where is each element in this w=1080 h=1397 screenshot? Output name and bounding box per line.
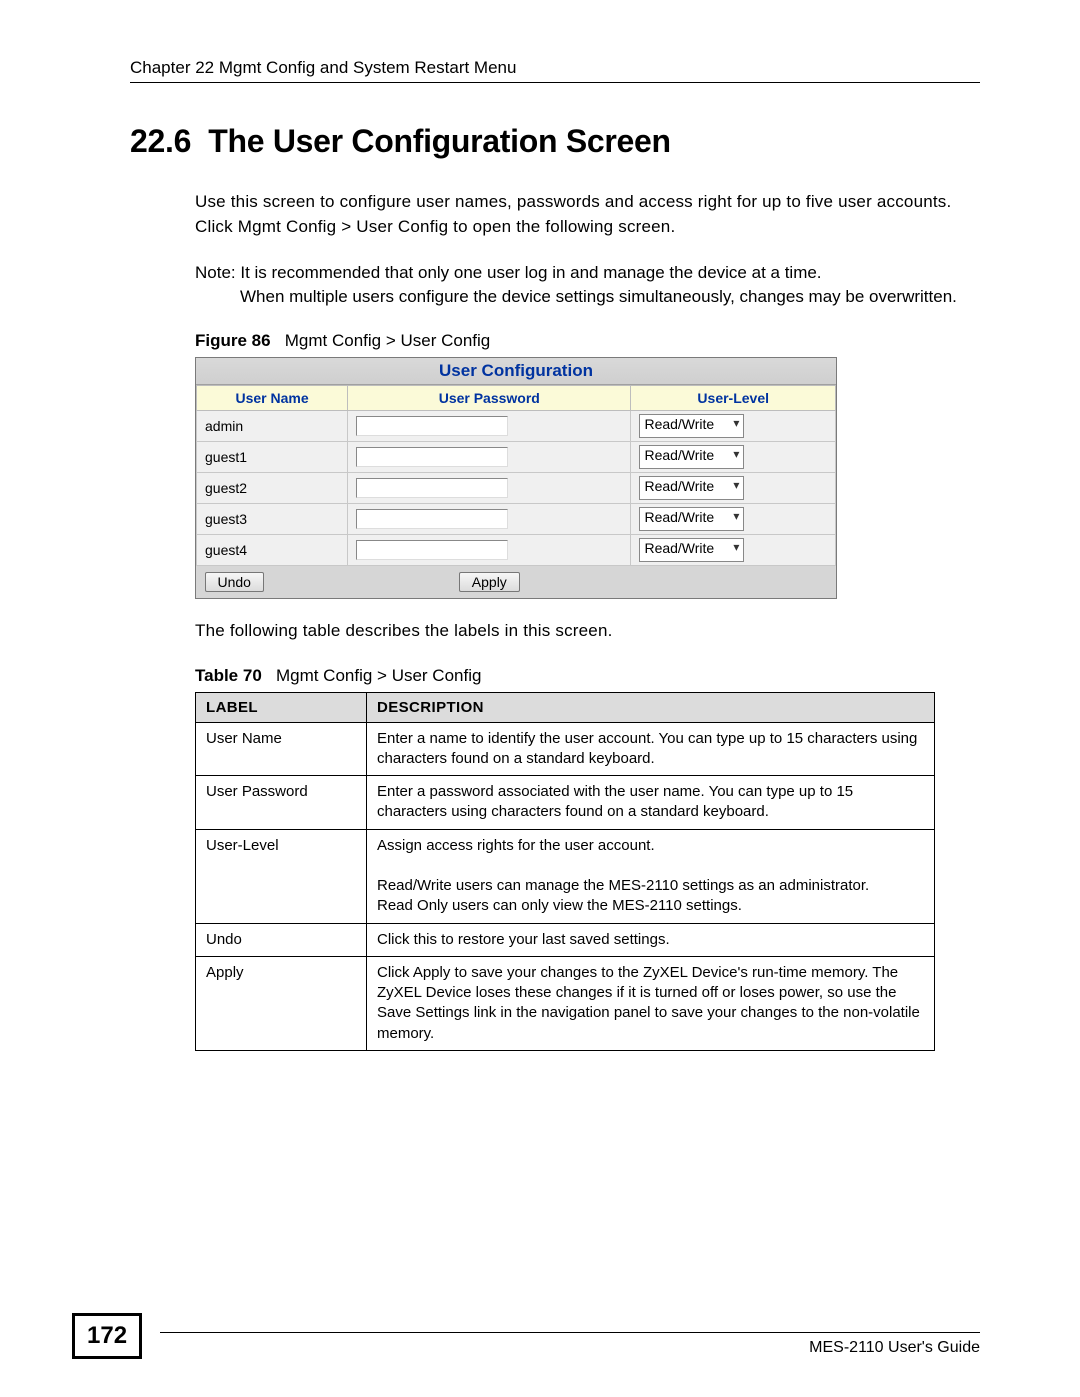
table-row: admin Read/Write [197, 410, 836, 441]
label-cell: User-Level [196, 829, 367, 923]
label-cell: Apply [196, 956, 367, 1050]
user-name-cell: admin [197, 410, 348, 441]
table-row: User Password Enter a password associate… [196, 776, 935, 830]
table-row: guest2 Read/Write [197, 472, 836, 503]
section-title-text: The User Configuration Screen [208, 123, 671, 159]
col-user-level: User-Level [631, 385, 836, 410]
desc-cell: Click Apply to save your changes to the … [367, 956, 935, 1050]
col-user-name: User Name [197, 385, 348, 410]
table-caption-text: Mgmt Config > User Config [276, 666, 482, 685]
password-input[interactable] [356, 509, 508, 529]
figure-label: Figure 86 [195, 331, 271, 350]
section-title: 22.6 The User Configuration Screen [130, 123, 980, 160]
label-cell: User Password [196, 776, 367, 830]
undo-button[interactable]: Undo [205, 572, 264, 592]
footer-guide: MES-2110 User's Guide [160, 1332, 980, 1357]
post-figure-text: The following table describes the labels… [195, 619, 980, 644]
figure-caption-text: Mgmt Config > User Config [285, 331, 491, 350]
label-description-table: LABEL DESCRIPTION User Name Enter a name… [195, 692, 935, 1051]
user-name-cell: guest1 [197, 441, 348, 472]
th-description: DESCRIPTION [367, 692, 935, 722]
table-row: User Name Enter a name to identify the u… [196, 722, 935, 776]
password-input[interactable] [356, 447, 508, 467]
user-level-select[interactable]: Read/Write [639, 445, 744, 469]
password-input[interactable] [356, 540, 508, 560]
user-level-select[interactable]: Read/Write [639, 476, 744, 500]
password-input[interactable] [356, 416, 508, 436]
user-name-cell: guest2 [197, 472, 348, 503]
page-number: 172 [72, 1313, 142, 1359]
intro-paragraph: Use this screen to configure user names,… [195, 190, 980, 239]
user-config-figure: User Configuration User Name User Passwo… [195, 357, 837, 599]
table-row: User-Level Assign access rights for the … [196, 829, 935, 923]
note-continuation: When multiple users configure the device… [195, 285, 980, 309]
label-cell: User Name [196, 722, 367, 776]
apply-button[interactable]: Apply [459, 572, 520, 592]
table-row: guest4 Read/Write [197, 534, 836, 565]
desc-cell: Assign access rights for the user accoun… [367, 829, 935, 923]
table-label: Table 70 [195, 666, 262, 685]
user-level-select[interactable]: Read/Write [639, 414, 744, 438]
col-user-password: User Password [348, 385, 631, 410]
desc-cell: Enter a name to identify the user accoun… [367, 722, 935, 776]
table-row: Apply Click Apply to save your changes t… [196, 956, 935, 1050]
user-config-table: User Name User Password User-Level admin… [196, 385, 836, 598]
section-number: 22.6 [130, 123, 191, 159]
note-lead: Note: It is recommended that only one us… [195, 261, 980, 285]
page-footer: 172 MES-2110 User's Guide [100, 1332, 980, 1357]
chapter-header: Chapter 22 Mgmt Config and System Restar… [130, 58, 980, 83]
ui-footer-row: Undo Apply [197, 565, 836, 598]
user-name-cell: guest3 [197, 503, 348, 534]
ui-title: User Configuration [196, 358, 836, 385]
password-input[interactable] [356, 478, 508, 498]
user-level-select[interactable]: Read/Write [639, 538, 744, 562]
table-row: guest1 Read/Write [197, 441, 836, 472]
table-caption: Table 70 Mgmt Config > User Config [195, 666, 980, 686]
user-name-cell: guest4 [197, 534, 348, 565]
desc-cell: Click this to restore your last saved se… [367, 923, 935, 956]
user-level-select[interactable]: Read/Write [639, 507, 744, 531]
desc-cell: Enter a password associated with the use… [367, 776, 935, 830]
figure-caption: Figure 86 Mgmt Config > User Config [195, 331, 980, 351]
note-block: Note: It is recommended that only one us… [195, 261, 980, 309]
table-row: Undo Click this to restore your last sav… [196, 923, 935, 956]
table-row: guest3 Read/Write [197, 503, 836, 534]
th-label: LABEL [196, 692, 367, 722]
label-cell: Undo [196, 923, 367, 956]
